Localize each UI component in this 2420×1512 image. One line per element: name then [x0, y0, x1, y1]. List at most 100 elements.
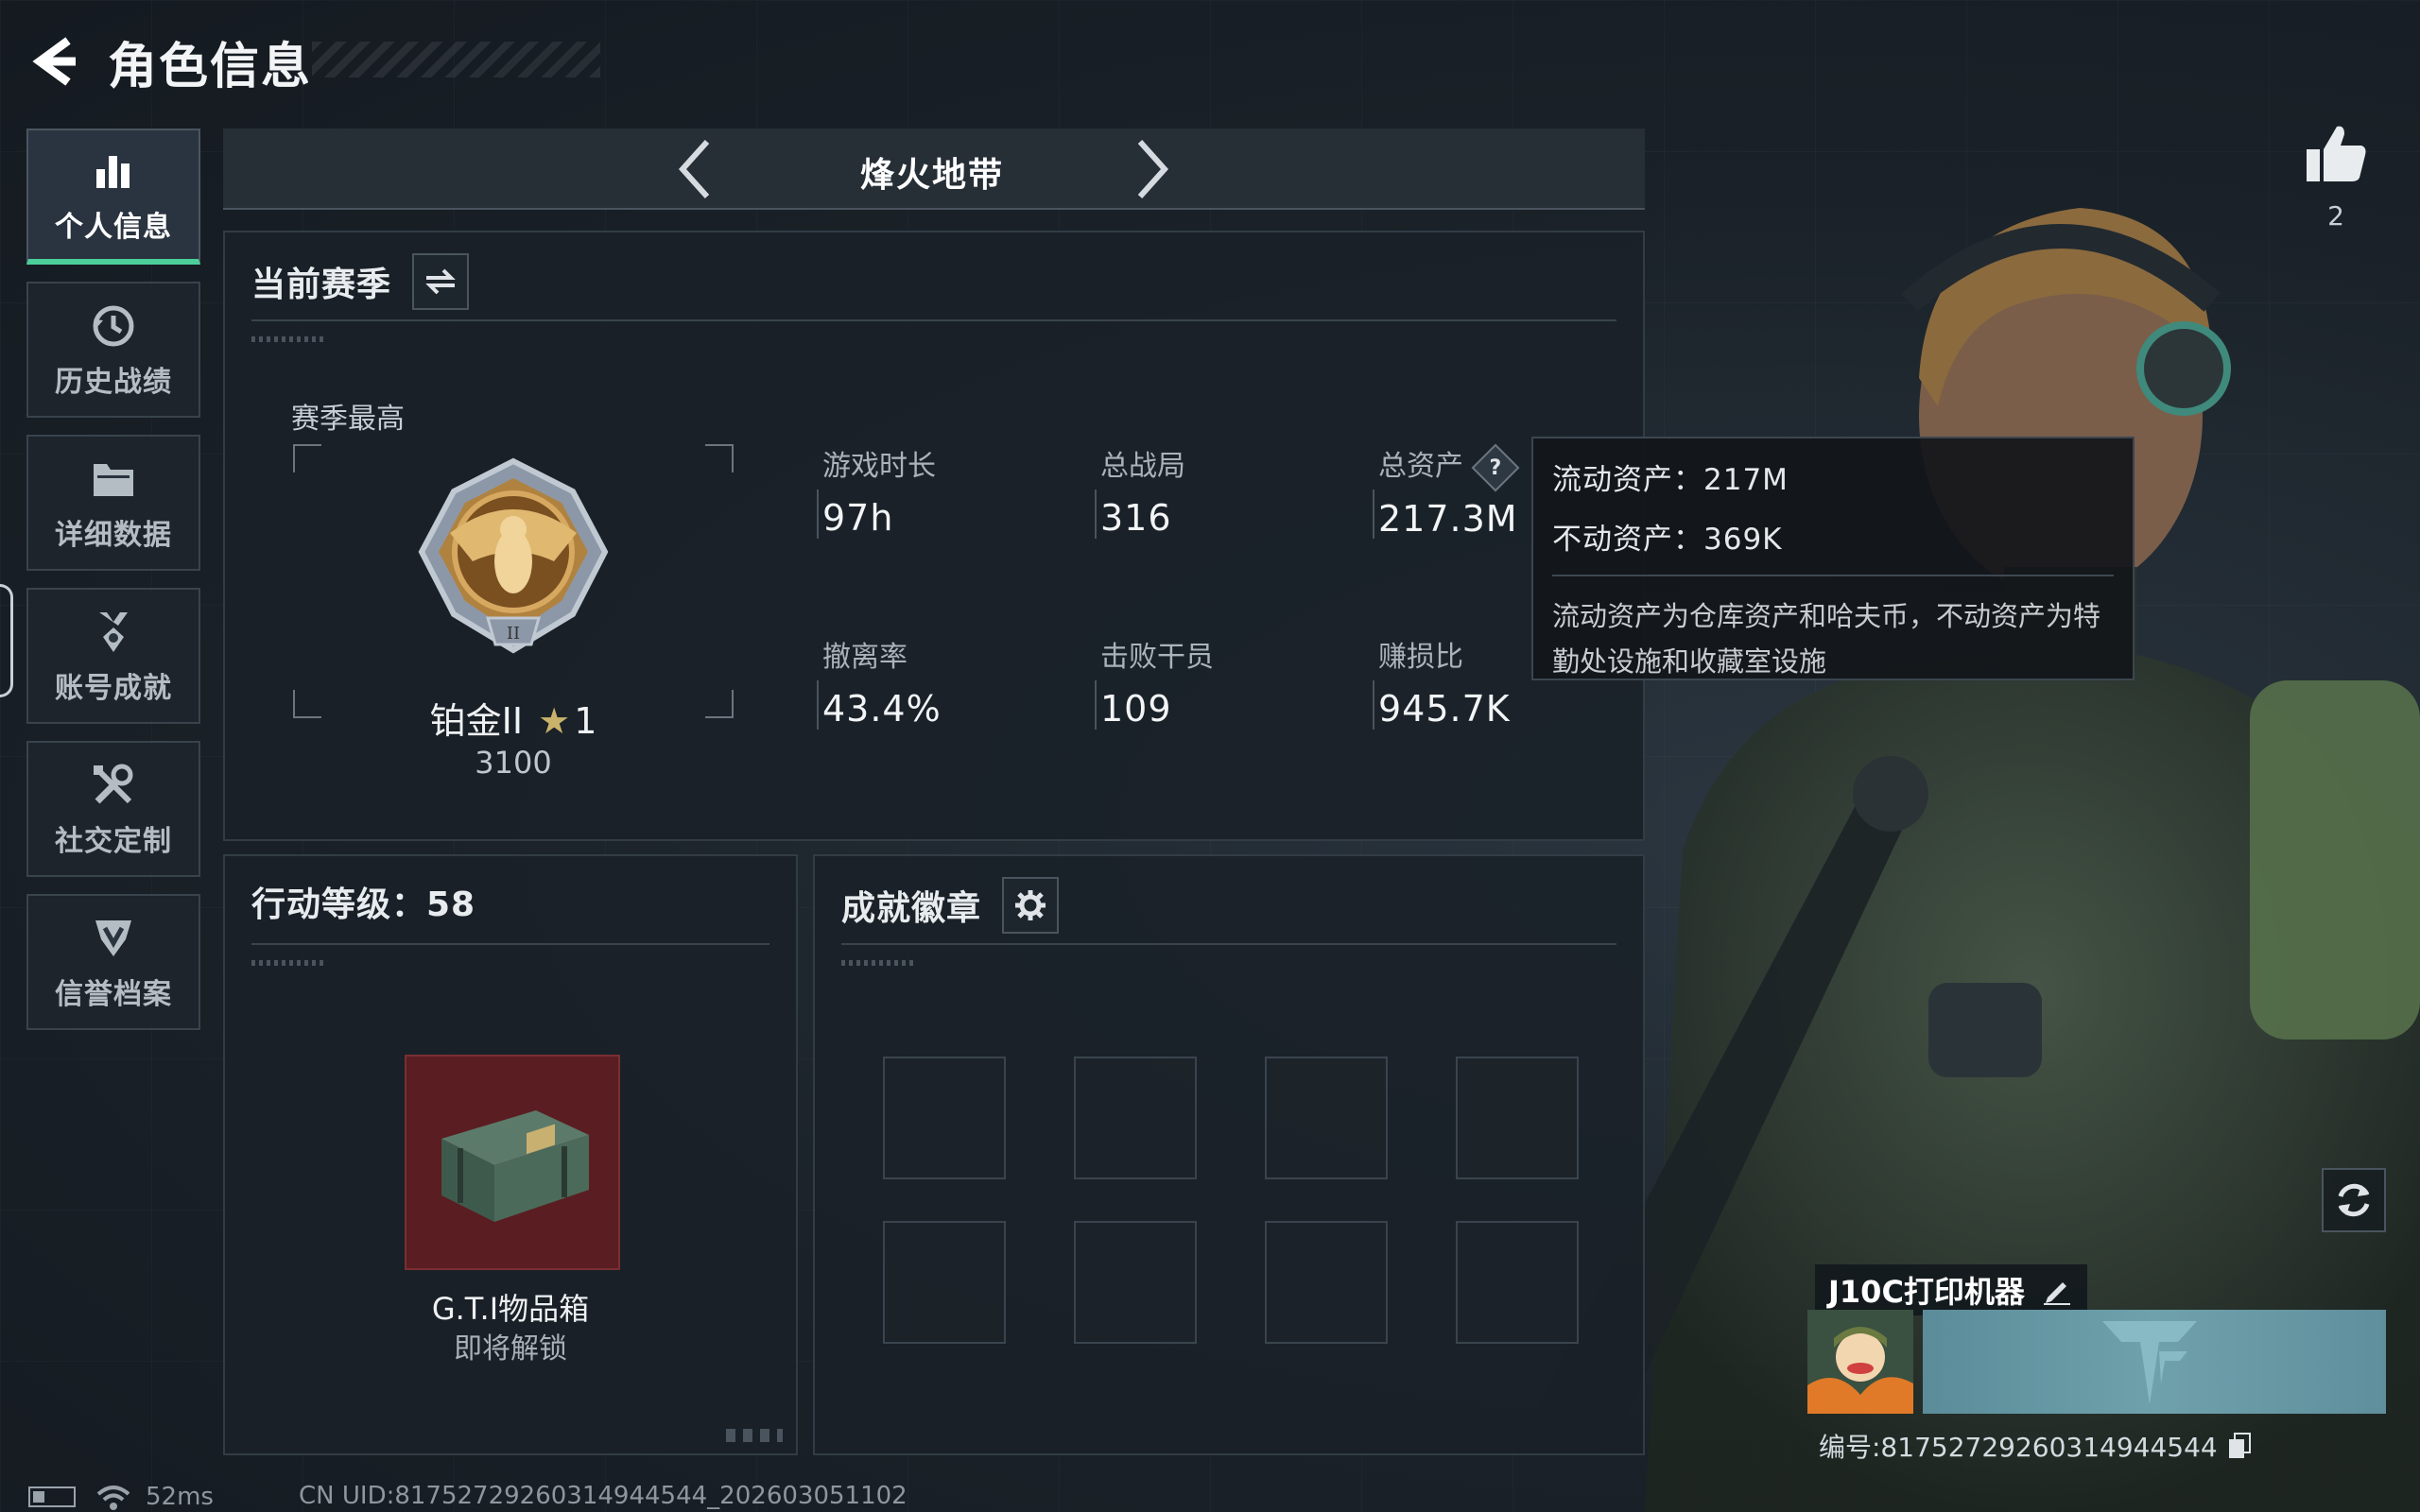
gear-icon: [1015, 890, 1046, 920]
ping-latency: 52ms: [146, 1483, 214, 1511]
achievement-slot[interactable]: [1456, 1221, 1579, 1344]
side-drawer-handle[interactable]: [0, 584, 13, 697]
help-question-icon[interactable]: ?: [1471, 443, 1520, 491]
liquid-assets-text: 流动资产：217M: [1552, 463, 1789, 497]
achievement-settings-button[interactable]: [1002, 877, 1060, 934]
rank-name-row: 铂金II ★ 1: [293, 692, 734, 744]
sidebar-item-personal-info[interactable]: 个人信息: [26, 129, 200, 265]
sidebar-item-credit-record[interactable]: 信誉档案: [26, 894, 200, 1030]
season-switch-button[interactable]: [412, 253, 470, 310]
divider: [1373, 490, 1374, 539]
divider: [817, 490, 819, 539]
back-button[interactable]: [28, 33, 81, 90]
supply-crate-icon: [441, 1110, 589, 1222]
svg-text:II: II: [507, 624, 520, 644]
shield-rank-icon: [90, 912, 137, 965]
divider: [817, 680, 819, 730]
divider: [1373, 680, 1374, 730]
player-card: J10C打印机器 编号:81752729260314944544: [1806, 1257, 2388, 1465]
sidebar-item-label: 社交定制: [55, 825, 172, 858]
wifi-icon: [96, 1486, 130, 1510]
page-title: 角色信息: [108, 38, 313, 95]
achievement-slot[interactable]: [883, 1221, 1006, 1344]
stat-total-matches: 总战局 316: [1095, 442, 1185, 539]
mode-next-button[interactable]: [1123, 138, 1180, 200]
stat-label-row: 总资产?: [1378, 442, 1520, 491]
reward-item-status: 即将解锁: [454, 1332, 567, 1366]
divider-decoration: [251, 960, 327, 966]
header-decoration: [312, 42, 600, 77]
sidebar-item-history[interactable]: 历史战绩: [26, 282, 200, 418]
sidebar-item-social[interactable]: 社交定制: [26, 741, 200, 877]
sidebar-item-label: 个人信息: [55, 211, 172, 244]
frame-corner: [293, 444, 321, 472]
stat-value: 316: [1100, 497, 1172, 539]
divider: [251, 943, 769, 945]
thumbs-up-icon: [2307, 126, 2366, 181]
season-title: 当前赛季: [251, 266, 392, 304]
bar-chart-icon: [93, 145, 134, 198]
sidebar-nav: 个人信息 历史战绩 详细数据 账号成就 社交定制 信誉档案: [26, 129, 200, 1047]
action-level-title: 行动等级：58: [251, 885, 476, 924]
mode-title: 烽火地带: [859, 156, 1004, 195]
stat-value: 217.3M: [1378, 497, 1518, 540]
achievement-slot[interactable]: [1456, 1057, 1579, 1179]
cn-uid-text: CN UID:81752729260314944544_202603051102: [299, 1482, 908, 1510]
platinum-eagle-badge-icon: II: [418, 457, 609, 654]
pencil-icon: [2043, 1282, 2070, 1305]
sidebar-item-achievements[interactable]: 账号成就: [26, 588, 200, 724]
rank-display: II 铂金II ★ 1 3100: [293, 444, 734, 781]
player-name-row: J10C打印机器: [1815, 1264, 2087, 1315]
stat-label: 击败干员: [1100, 641, 1214, 674]
edit-name-button[interactable]: [2040, 1273, 2074, 1307]
achievement-slot[interactable]: [1265, 1221, 1388, 1344]
history-clock-icon: [90, 300, 137, 352]
corner-decoration: [726, 1429, 783, 1442]
achievement-title: 成就徽章: [841, 889, 982, 928]
battery-icon: [28, 1486, 76, 1507]
achievement-slot[interactable]: [883, 1057, 1006, 1179]
rotate-icon: [2338, 1183, 2370, 1217]
rank-points: 3100: [475, 745, 552, 781]
like-button[interactable]: [2303, 121, 2369, 187]
reward-item-tile[interactable]: [405, 1055, 620, 1270]
like-count: 2: [2327, 200, 2344, 232]
chevron-right-icon: [1137, 139, 1169, 199]
sidebar-item-label: 账号成就: [55, 672, 172, 705]
copy-uid-button[interactable]: [2225, 1432, 2254, 1460]
player-uid-row: 编号:81752729260314944544: [1819, 1427, 2254, 1465]
player-banner[interactable]: [1923, 1310, 2386, 1414]
rotate-character-button[interactable]: [2322, 1168, 2386, 1232]
folder-icon: [90, 453, 137, 506]
player-name: J10C打印机器: [1828, 1274, 2025, 1310]
action-level-panel: 行动等级：58 G.T.I物品箱 即将解锁: [223, 854, 798, 1455]
achievement-slot[interactable]: [1074, 1221, 1197, 1344]
back-arrow-icon: [32, 37, 76, 86]
sidebar-item-label: 历史战绩: [55, 366, 172, 399]
stat-profit-loss-ratio: 赚损比 945.7K: [1373, 633, 1511, 730]
rank-name: 铂金II: [429, 700, 524, 742]
mode-prev-button[interactable]: [667, 138, 724, 200]
divider-decoration: [251, 336, 327, 342]
stat-value: 945.7K: [1378, 688, 1511, 730]
avatar[interactable]: [1807, 1310, 1913, 1414]
sidebar-item-label: 信誉档案: [55, 978, 172, 1011]
divider: [841, 943, 1616, 945]
divider: [1552, 575, 2114, 576]
stat-total-assets: 总资产? 217.3M: [1373, 442, 1520, 540]
tools-icon: [90, 759, 137, 812]
stat-extraction-rate: 撤离率 43.4%: [817, 633, 942, 730]
reward-item-name: G.T.I物品箱: [431, 1291, 590, 1327]
fixed-assets-text: 不动资产：369K: [1552, 523, 1783, 557]
stat-play-time: 游戏时长 97h: [817, 442, 936, 539]
chevron-left-icon: [678, 139, 710, 199]
achievement-badges-panel: 成就徽章: [813, 854, 1645, 1455]
current-season-panel: 当前赛季 赛季最高 II 铂金II ★ 1 3100 游戏时长 97h 总战局 …: [223, 231, 1645, 841]
achievement-slot[interactable]: [1074, 1057, 1197, 1179]
sidebar-item-detailed-data[interactable]: 详细数据: [26, 435, 200, 571]
stat-label: 赚损比: [1378, 641, 1463, 674]
achievement-slot[interactable]: [1265, 1057, 1388, 1179]
player-uid: 编号:81752729260314944544: [1819, 1432, 2218, 1463]
frame-corner: [705, 444, 734, 472]
divider: [251, 319, 1616, 321]
